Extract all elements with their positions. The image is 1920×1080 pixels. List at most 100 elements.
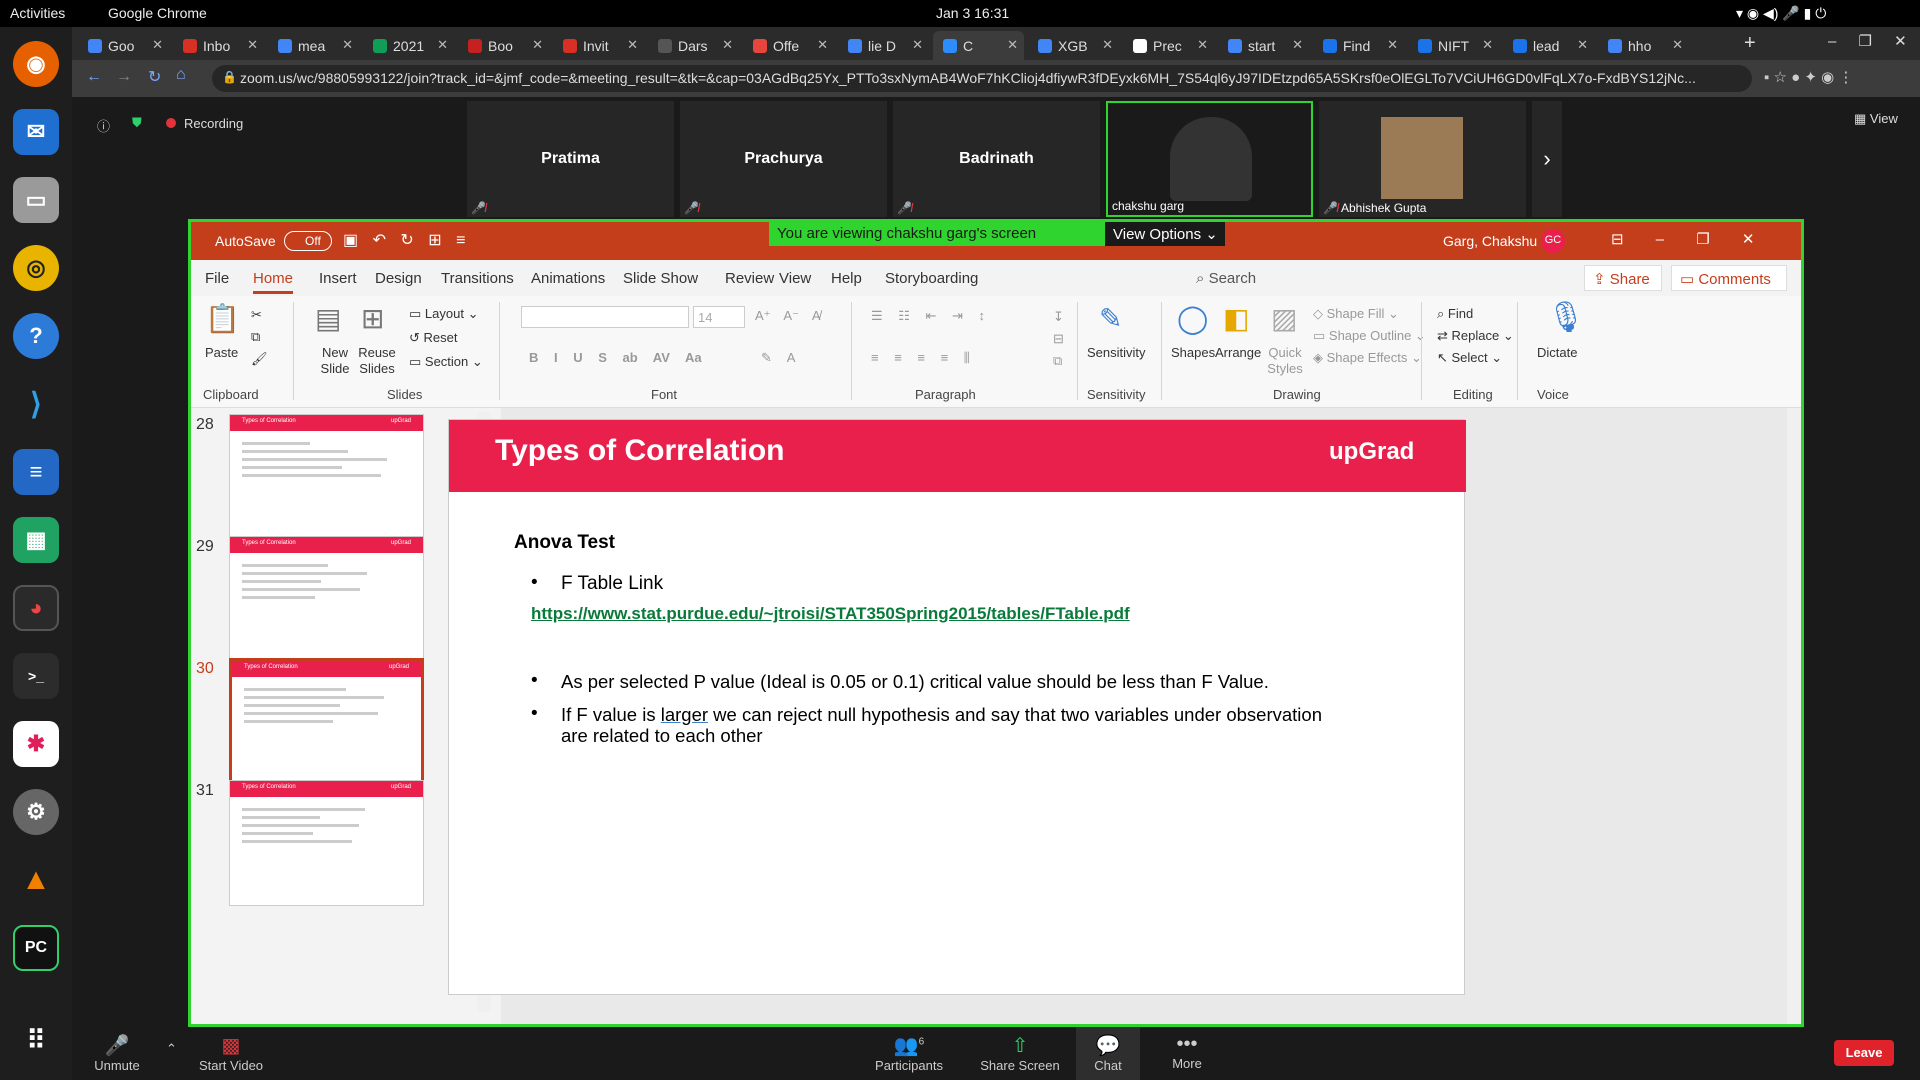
leave-button[interactable]: Leave (1834, 1040, 1894, 1066)
terminal-icon[interactable]: >_ (13, 653, 59, 699)
close-tab-icon[interactable]: ✕ (1577, 37, 1588, 53)
view-button[interactable]: ▦ View (1854, 111, 1898, 127)
new-tab-button[interactable]: + (1744, 32, 1756, 55)
quick-access-toolbar[interactable]: ▣ ↶ ↻ ⊞ ≡ (343, 230, 465, 250)
search-box[interactable]: ⌕ Search (1196, 270, 1256, 287)
pycharm-icon[interactable]: PC (13, 925, 59, 971)
participant-tile[interactable]: Prachurya 🎤̸ (680, 101, 887, 217)
participant-tile[interactable]: Pratima 🎤̸ (467, 101, 674, 217)
close-tab-icon[interactable]: ✕ (1007, 37, 1018, 53)
participant-tile-active[interactable]: chakshu garg (1106, 101, 1313, 217)
participants-button[interactable]: 👥6 Participants (872, 1033, 946, 1073)
menu-review[interactable]: Review (725, 270, 774, 287)
slide-thumbnail[interactable]: Types of Correlation upGrad (229, 414, 424, 540)
address-bar[interactable]: zoom.us/wc/98805993122/join?track_id=&jm… (212, 65, 1752, 92)
clipboard-small-icons[interactable]: ✂ ⧉ 🖌 (251, 304, 268, 370)
menu-home[interactable]: Home (253, 270, 294, 294)
show-apps-icon[interactable]: ⠿ (13, 1017, 59, 1063)
home-icon[interactable]: ⌂ (176, 66, 186, 84)
browser-tab[interactable]: Invit ✕ (553, 31, 644, 60)
share-button[interactable]: ⇪ Share (1584, 265, 1662, 291)
close-tab-icon[interactable]: ✕ (247, 37, 258, 53)
shapes-icon[interactable]: ◯ (1177, 302, 1208, 335)
font-size-field[interactable]: 14 (693, 306, 745, 328)
info-icon[interactable]: ⓘ (97, 116, 110, 135)
forward-icon[interactable]: → (116, 68, 132, 86)
start-video-button[interactable]: ▩ Start Video (196, 1033, 266, 1073)
clock[interactable]: Jan 3 16:31 (936, 5, 1009, 21)
reset-button[interactable]: ↺ Reset (409, 330, 457, 346)
new-slide-icon[interactable]: ▤ (315, 302, 341, 335)
user-avatar[interactable]: GC (1541, 229, 1565, 253)
close-tab-icon[interactable]: ✕ (1672, 37, 1683, 53)
quick-styles-icon[interactable]: ▨ (1271, 302, 1297, 335)
menu-view[interactable]: View (779, 270, 811, 287)
vscode-icon[interactable]: ⟩ (13, 381, 59, 427)
close-tab-icon[interactable]: ✕ (152, 37, 163, 53)
paragraph-align-icons[interactable]: ≡ ≡ ≡ ≡ ⫼ (871, 350, 970, 366)
back-icon[interactable]: ← (86, 68, 102, 86)
browser-tab[interactable]: Dars ✕ (648, 31, 739, 60)
font-format-icons[interactable]: B I U S ab AV Aa (529, 350, 702, 365)
rhythmbox-icon[interactable]: ◎ (13, 245, 59, 291)
slack-icon[interactable]: ✱ (13, 721, 59, 767)
font-color-icons[interactable]: ✎ A (761, 350, 795, 366)
close-tab-icon[interactable]: ✕ (912, 37, 923, 53)
thunderbird-icon[interactable]: ✉ (13, 109, 59, 155)
shapes-button[interactable]: Shapes (1171, 345, 1215, 360)
help-icon[interactable]: ? (13, 313, 59, 359)
extension-icons[interactable]: ▪ ☆ ● ✦ ◉ ⋮ (1764, 68, 1853, 86)
close-tab-icon[interactable]: ✕ (1197, 37, 1208, 53)
share-screen-button[interactable]: ⇧ Share Screen (980, 1033, 1060, 1073)
reuse-slides-button[interactable]: Reuse Slides (357, 345, 397, 377)
browser-tab[interactable]: Offe ✕ (743, 31, 834, 60)
section-button[interactable]: ▭ Section ⌄ (409, 354, 483, 370)
close-tab-icon[interactable]: ✕ (627, 37, 638, 53)
close-tab-icon[interactable]: ✕ (817, 37, 828, 53)
quick-styles-button[interactable]: Quick Styles (1263, 345, 1307, 377)
next-page-arrow-icon[interactable]: › (1532, 101, 1562, 217)
layout-button[interactable]: ▭ Layout ⌄ (409, 306, 478, 322)
comments-button[interactable]: ▭ Comments (1671, 265, 1787, 291)
slide-thumbnail[interactable]: Types of Correlation upGrad (229, 536, 424, 662)
chat-button[interactable]: 💬 Chat (1076, 1027, 1140, 1080)
browser-tab[interactable]: Inbo ✕ (173, 31, 264, 60)
docs-icon[interactable]: ≡ (13, 449, 59, 495)
menu-design[interactable]: Design (375, 270, 422, 287)
new-slide-button[interactable]: New Slide (315, 345, 355, 377)
sheets-icon[interactable]: ▦ (13, 517, 59, 563)
select-button[interactable]: ↖ Select ⌄ (1437, 350, 1502, 366)
lock-icon[interactable]: 🔒 (222, 70, 237, 84)
autosave-toggle[interactable]: Off (284, 231, 332, 251)
menu-transitions[interactable]: Transitions (441, 270, 514, 287)
menu-file[interactable]: File (205, 270, 229, 287)
system-tray-icons[interactable]: ▾ ◉ ◀) 🎤 ▮ ⏻ (1736, 5, 1826, 22)
text-direction-icons[interactable]: ↧ ⊟ ⧉ (1053, 306, 1064, 372)
browser-tab[interactable]: NIFT ✕ (1408, 31, 1499, 60)
menu-animations[interactable]: Animations (531, 270, 605, 287)
browser-tab[interactable]: Boo ✕ (458, 31, 549, 60)
close-tab-icon[interactable]: ✕ (1102, 37, 1113, 53)
close-tab-icon[interactable]: ✕ (342, 37, 353, 53)
browser-tab[interactable]: hho ✕ (1598, 31, 1689, 60)
menu-slide-show[interactable]: Slide Show (623, 270, 698, 287)
replace-button[interactable]: ⇄ Replace ⌄ (1437, 328, 1514, 344)
settings-icon[interactable]: ⚙ (13, 789, 59, 835)
activities-button[interactable]: Activities (10, 5, 65, 21)
find-button[interactable]: ⌕ Find (1437, 306, 1473, 322)
close-tab-icon[interactable]: ✕ (1387, 37, 1398, 53)
window-controls[interactable]: – ❐ ✕ (1828, 32, 1907, 50)
shape-fill-button[interactable]: ◇ Shape Fill ⌄ (1313, 306, 1399, 322)
current-slide[interactable]: Types of Correlation upGrad Anova Test •… (448, 419, 1466, 995)
paste-button[interactable]: Paste (205, 345, 238, 360)
close-tab-icon[interactable]: ✕ (1292, 37, 1303, 53)
paragraph-list-icons[interactable]: ☰ ☷ ⇤ ⇥ ↕ (871, 308, 985, 324)
vlc-icon[interactable]: ▲ (13, 857, 59, 903)
ftable-link[interactable]: https://www.stat.purdue.edu/~jtroisi/STA… (531, 604, 1130, 624)
reuse-slides-icon[interactable]: ⊞ (361, 302, 384, 335)
arrange-button[interactable]: Arrange (1215, 345, 1261, 360)
more-button[interactable]: ••• More (1162, 1033, 1212, 1071)
reload-icon[interactable]: ↻ (148, 67, 161, 87)
close-tab-icon[interactable]: ✕ (1482, 37, 1493, 53)
dictate-button[interactable]: Dictate (1537, 345, 1577, 360)
